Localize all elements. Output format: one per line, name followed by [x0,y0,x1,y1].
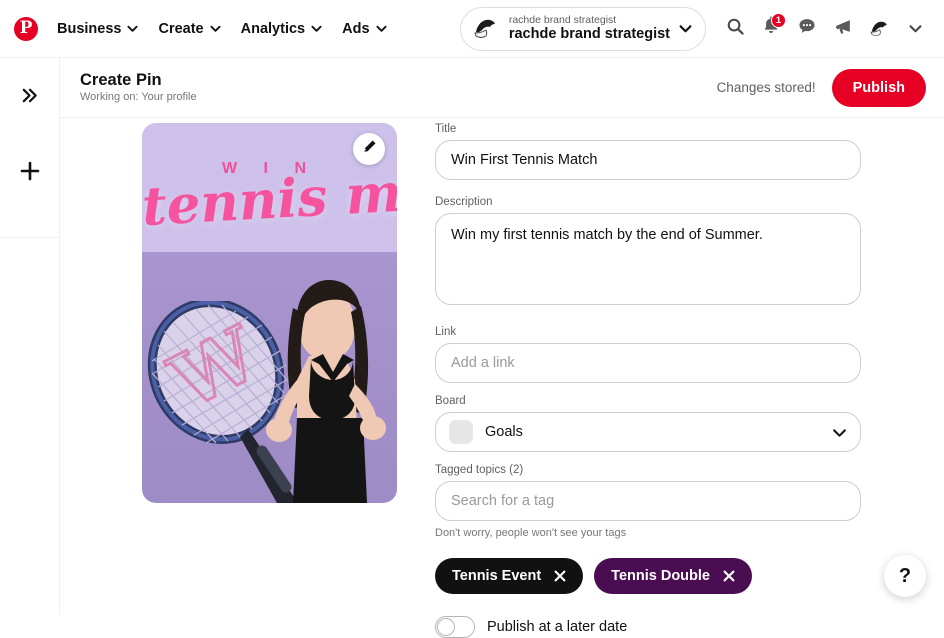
chevron-down-icon [679,22,692,35]
nav-item-business-label: Business [57,20,122,37]
ads-megaphone-button[interactable] [826,12,860,46]
tag-search-input[interactable] [435,481,861,521]
speech-bubble-icon [797,16,817,41]
notifications-badge: 1 [771,12,786,28]
publish-button[interactable]: Publish [831,68,926,107]
left-sidebar-rail [0,58,60,614]
top-navigation-bar: P Business Create Analytics Ads rachde b… [0,0,944,58]
page-sub-header: Create Pin Working on: Your profile Chan… [60,58,944,118]
nav-item-create-label: Create [158,20,204,37]
description-field-label: Description [435,196,493,208]
description-textarea[interactable] [435,213,861,305]
account-avatar-icon [469,13,500,44]
profile-avatar-button[interactable] [862,12,896,46]
chevron-down-icon [375,23,387,34]
title-field-label: Title [435,123,457,135]
nav-item-ads[interactable]: Ads [332,13,396,45]
pin-preview-panel: W I N tennis match W [142,123,397,503]
plus-icon [19,160,41,188]
create-new-button[interactable] [10,154,50,194]
pin-image-preview[interactable]: W I N tennis match W [142,123,397,503]
pin-script-text: tennis match [142,154,397,239]
messages-button[interactable] [790,12,824,46]
profile-avatar-icon [868,18,890,40]
pinterest-logo-icon[interactable]: P [14,16,38,41]
nav-item-business[interactable]: Business [47,13,148,45]
chevron-down-icon [311,23,322,34]
schedule-toggle-row: Publish at a later date [435,616,863,638]
account-main-label: rachde brand strategist [508,26,670,43]
page-title: Create Pin [80,70,162,89]
account-menu-button[interactable] [898,12,932,46]
pin-details-form: Title Description Link Board Goals Tagge… [435,123,863,638]
title-input[interactable] [435,140,861,180]
link-input[interactable] [435,343,861,383]
chevron-down-icon [127,23,139,34]
megaphone-icon [833,16,853,41]
tagged-topics-label: Tagged topics (2) [435,464,524,476]
tag-chip-list: Tennis Event Tennis Double [435,558,863,594]
sub-header-actions: Changes stored! Publish [716,68,926,107]
person-photo-graphic [266,280,386,503]
publish-later-toggle[interactable] [435,616,475,638]
board-selected-value: Goals [485,424,523,440]
board-select[interactable]: Goals [435,412,861,452]
notifications-button[interactable]: 1 [754,12,788,46]
close-icon[interactable] [723,570,735,582]
tagged-topics-hint: Don't worry, people won't see your tags [435,527,627,539]
close-icon[interactable] [554,570,566,582]
page-subtitle: Working on: Your profile [80,91,197,104]
chevron-down-icon [832,425,847,440]
account-switcher[interactable]: rachde brand strategist rachde brand str… [459,6,706,51]
tag-chip-label: Tennis Double [611,568,710,584]
tag-chip: Tennis Event [435,558,584,594]
link-field-label: Link [435,326,457,338]
nav-item-analytics[interactable]: Analytics [231,13,332,45]
page-title-group: Create Pin Working on: Your profile [80,70,197,105]
chevron-down-icon [210,23,221,34]
expand-sidebar-button[interactable] [10,78,50,118]
board-field-label: Board [435,395,466,407]
help-button[interactable]: ? [884,555,926,597]
account-sub-label: rachde brand strategist [508,14,617,27]
board-thumbnail-icon [449,420,473,444]
toggle-knob [437,618,455,636]
double-chevron-right-icon [20,86,39,111]
create-pin-main: W I N tennis match W Title Win First Ten… [60,118,944,638]
save-status-text: Changes stored! [716,80,816,95]
publish-later-label: Publish at a later date [487,619,628,635]
tag-chip-label: Tennis Event [452,568,542,584]
chevron-down-icon [909,22,922,35]
nav-item-ads-label: Ads [342,20,370,37]
top-nav-left-group: P Business Create Analytics Ads [0,13,397,45]
search-button[interactable] [718,12,752,46]
edit-pin-image-button[interactable] [353,133,385,165]
nav-item-analytics-label: Analytics [240,20,306,37]
search-icon [726,17,745,41]
top-nav-right-group: rachde brand strategist rachde brand str… [459,6,944,51]
question-mark-icon: ? [898,564,912,587]
pencil-icon [362,139,377,159]
tag-chip: Tennis Double [594,558,752,594]
nav-item-create[interactable]: Create [148,13,230,45]
account-text: rachde brand strategist rachde brand str… [509,14,670,43]
rail-button-group [0,58,59,238]
